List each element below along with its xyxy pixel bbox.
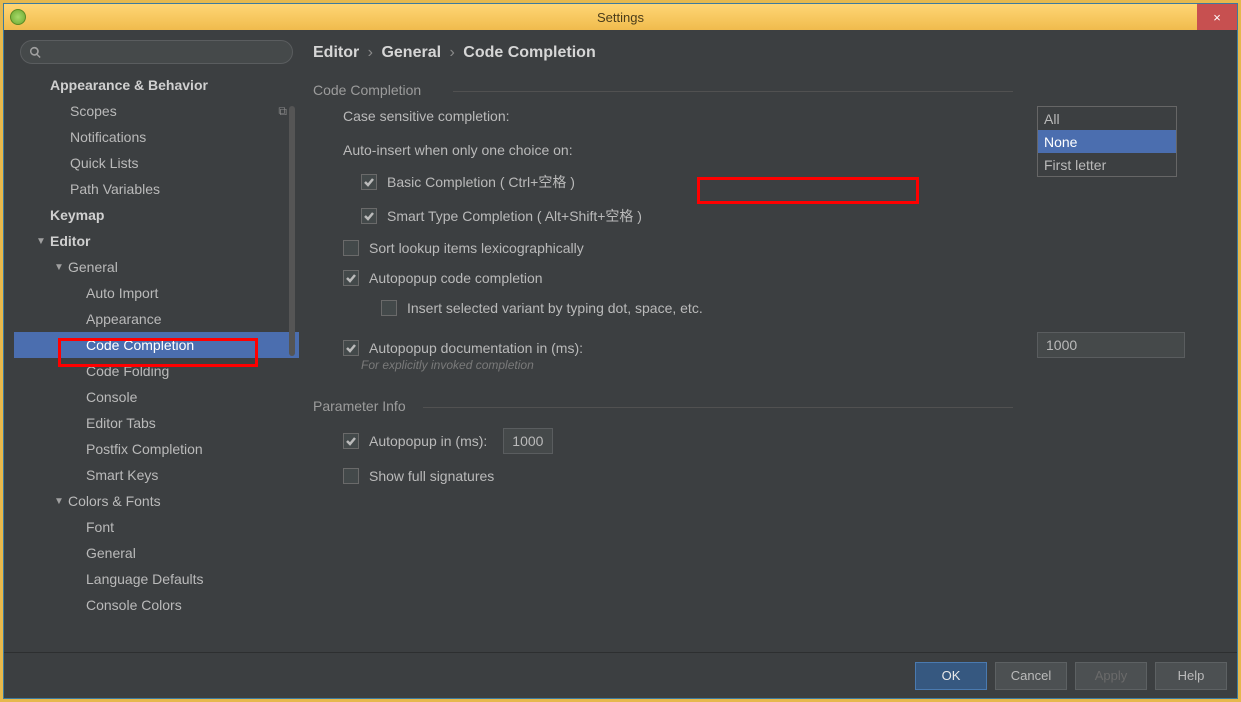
breadcrumb-part: Code Completion [463, 44, 595, 61]
breadcrumb-part: Editor [313, 44, 359, 61]
checkbox-basic[interactable] [361, 174, 377, 190]
dialog-body: Appearance & Behavior Scopes ⧉ Notification… [4, 30, 1237, 652]
tree-item[interactable]: Code Folding [14, 358, 299, 384]
tree-item-label: Editor Tabs [86, 415, 156, 431]
tree-item[interactable]: ▼General [14, 254, 299, 280]
label-sort: Sort lookup items lexicographically [369, 240, 584, 256]
input-doc-ms[interactable]: 1000 [1037, 332, 1185, 358]
tree-item-label: Quick Lists [70, 155, 138, 171]
tree-item[interactable]: Scopes ⧉ [14, 98, 299, 124]
tree-item-label: Code Completion [86, 337, 194, 353]
ok-button[interactable]: OK [915, 662, 987, 690]
dropdown-item[interactable]: First letter [1038, 153, 1176, 176]
tree-item[interactable]: Smart Keys [14, 462, 299, 488]
label-auto-insert: Auto-insert when only one choice on: [343, 142, 573, 158]
cancel-button[interactable]: Cancel [995, 662, 1067, 690]
tree-item-label: Console Colors [86, 597, 182, 613]
tree-item-label: Scopes [70, 103, 117, 119]
tree-item-label: Appearance [86, 311, 162, 327]
chevron-down-icon: ▼ [54, 262, 66, 273]
titlebar: Settings × [4, 4, 1237, 30]
chevron-down-icon: ▼ [54, 496, 66, 507]
checkbox-autopopup-doc[interactable] [343, 340, 359, 356]
label-insert-variant: Insert selected variant by typing dot, s… [407, 300, 703, 316]
checkbox-autopopup-cc[interactable] [343, 270, 359, 286]
search-icon [29, 46, 42, 59]
tree-item[interactable]: Appearance & Behavior [14, 72, 299, 98]
label-autopopup-doc: Autopopup documentation in (ms): [369, 340, 583, 356]
tree-item[interactable]: Path Variables [14, 176, 299, 202]
tree-item-label: Font [86, 519, 114, 535]
window-title: Settings [597, 10, 644, 25]
breadcrumb-sep: › [364, 44, 377, 61]
tree-item-label: General [86, 545, 136, 561]
label-basic: Basic Completion ( Ctrl+空格 ) [387, 172, 575, 192]
checkbox-pi-full[interactable] [343, 468, 359, 484]
tree-item-label: Path Variables [70, 181, 160, 197]
help-button[interactable]: Help [1155, 662, 1227, 690]
app-icon [10, 9, 26, 25]
dropdown-item[interactable]: None [1038, 130, 1176, 153]
breadcrumb-sep: › [446, 44, 459, 61]
tree-item[interactable]: Quick Lists [14, 150, 299, 176]
section-code-completion: Code Completion [313, 76, 1213, 108]
form: Code Completion Case sensitive completio… [313, 76, 1213, 642]
checkbox-smart[interactable] [361, 208, 377, 224]
tree-item-label: Language Defaults [86, 571, 204, 587]
tree-item[interactable]: Console [14, 384, 299, 410]
tree-item[interactable]: ▼Colors & Fonts [14, 488, 299, 514]
label-pi-autopopup: Autopopup in (ms): [369, 433, 487, 449]
left-pane: Appearance & Behavior Scopes ⧉ Notification… [14, 40, 299, 642]
tree-item[interactable]: Keymap [14, 202, 299, 228]
tree-item[interactable]: Appearance [14, 306, 299, 332]
tree-item-label: Keymap [50, 207, 104, 223]
chevron-down-icon: ▼ [36, 236, 48, 247]
search-input[interactable] [20, 40, 293, 64]
dropdown-item[interactable]: All [1038, 107, 1176, 130]
tree-item[interactable]: Postfix Completion [14, 436, 299, 462]
breadcrumb-part: General [381, 44, 441, 61]
footer: OK Cancel Apply Help [4, 652, 1237, 698]
tree-item-label: General [68, 259, 118, 275]
section-parameter-info: Parameter Info [313, 392, 1213, 424]
copy-icon: ⧉ [278, 104, 287, 119]
tree-item-label: Postfix Completion [86, 441, 203, 457]
tree-item[interactable]: Auto Import [14, 280, 299, 306]
label-smart: Smart Type Completion ( Alt+Shift+空格 ) [387, 206, 642, 226]
tree-item[interactable]: Editor Tabs [14, 410, 299, 436]
tree-item-label: Auto Import [86, 285, 158, 301]
tree-item-label: Code Folding [86, 363, 169, 379]
input-pi-ms[interactable]: 1000 [503, 428, 553, 454]
tree-item-label: Smart Keys [86, 467, 158, 483]
tree-item-label: Editor [50, 233, 90, 249]
tree-item-label: Appearance & Behavior [50, 77, 208, 93]
breadcrumb: Editor › General › Code Completion [313, 40, 1213, 76]
tree-item[interactable]: ▼Editor [14, 228, 299, 254]
label-case-sensitive: Case sensitive completion: [343, 108, 510, 124]
tree-item[interactable]: Language Defaults [14, 566, 299, 592]
checkbox-pi-autopopup[interactable] [343, 433, 359, 449]
tree-item[interactable]: General [14, 540, 299, 566]
checkbox-sort[interactable] [343, 240, 359, 256]
label-pi-full: Show full signatures [369, 468, 494, 484]
apply-button[interactable]: Apply [1075, 662, 1147, 690]
settings-window: Settings × Appearance & Behavior Scopes ⧉ N… [3, 3, 1238, 699]
scrollbar-thumb[interactable] [289, 106, 295, 356]
settings-tree[interactable]: Appearance & Behavior Scopes ⧉ Notification… [14, 72, 299, 642]
tree-item[interactable]: Notifications [14, 124, 299, 150]
tree-item-label: Console [86, 389, 137, 405]
tree-item[interactable]: Font [14, 514, 299, 540]
tree-item-label: Notifications [70, 129, 146, 145]
tree-item[interactable]: Code Completion [14, 332, 299, 358]
tree-item[interactable]: Console Colors [14, 592, 299, 618]
label-autopopup-cc: Autopopup code completion [369, 270, 543, 286]
close-button[interactable]: × [1197, 4, 1237, 30]
right-pane: Editor › General › Code Completion Code … [299, 40, 1227, 642]
checkbox-insert-variant[interactable] [381, 300, 397, 316]
dropdown-case-sensitive[interactable]: AllNoneFirst letter [1037, 106, 1177, 177]
tree-item-label: Colors & Fonts [68, 493, 161, 509]
